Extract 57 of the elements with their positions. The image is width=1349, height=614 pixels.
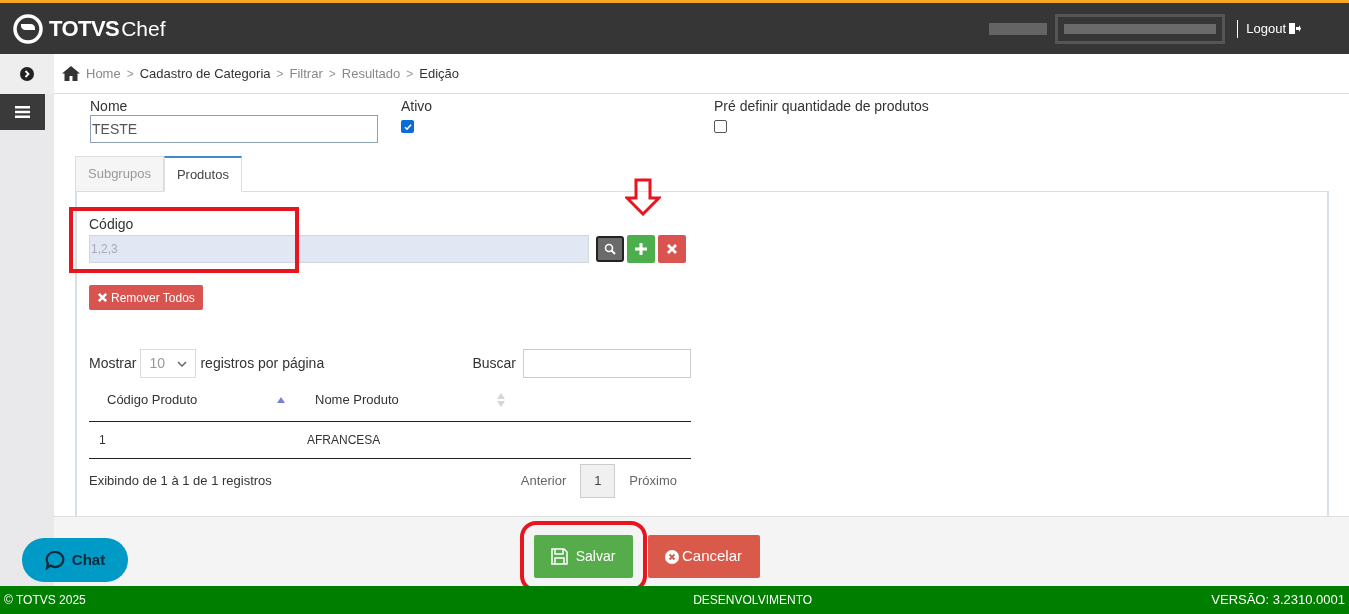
logo-brand: TOTVS: [49, 15, 120, 43]
page-button[interactable]: 1: [580, 464, 616, 498]
cancel-button[interactable]: Cancelar: [647, 535, 760, 578]
close-icon: [666, 243, 678, 255]
column-header[interactable]: Nome Produto: [297, 378, 505, 421]
breadcrumb-separator: >: [406, 65, 414, 83]
plus-icon: [635, 243, 647, 255]
copyright-text: © TOTVS 2025: [4, 592, 87, 609]
tab[interactable]: Produtos: [163, 156, 242, 192]
chat-button[interactable]: Chat: [22, 538, 128, 582]
blurred-user-name: [989, 22, 1048, 35]
field-label: Nome: [90, 98, 129, 115]
search-button[interactable]: [596, 236, 624, 262]
name-field[interactable]: TESTE: [90, 115, 378, 143]
breadcrumb-link[interactable]: Resultado: [341, 63, 401, 84]
breadcrumb-separator: >: [276, 65, 284, 83]
table-cell-text: AFRANCESA: [306, 432, 382, 449]
expand-chevron-icon[interactable]: [20, 67, 34, 81]
per-page-label: registros por página: [200, 354, 325, 373]
code-field[interactable]: 1,2,3: [89, 235, 589, 263]
close-icon: [97, 292, 108, 303]
field-label: Pré definir quantidade de produtos: [714, 98, 929, 115]
table-search-field[interactable]: [523, 349, 691, 378]
clear-button[interactable]: [658, 235, 686, 263]
table-info: Exibindo de 1 à 1 de 1 registros: [89, 472, 272, 491]
speech-bubble-icon: [44, 550, 65, 570]
close-circle-icon: [665, 549, 679, 564]
breadcrumb-separator: >: [328, 65, 336, 83]
breadcrumb-link[interactable]: Cadastro de Categoria: [139, 63, 271, 84]
breadcrumb-separator: >: [126, 65, 134, 83]
show-label: Mostrar: [89, 354, 137, 373]
environment-text: DESENVOLVIMENTO: [692, 592, 814, 609]
breadcrumb-link[interactable]: Edição: [419, 63, 460, 84]
breadcrumb-link[interactable]: Home: [86, 63, 121, 84]
field-label: Ativo: [401, 98, 434, 115]
home-icon[interactable]: [62, 66, 80, 81]
column-header[interactable]: Código Produto: [89, 378, 297, 421]
search-icon: [604, 243, 616, 255]
search-label: Buscar: [472, 354, 516, 373]
breadcrumb-link[interactable]: Filtrar: [289, 63, 323, 84]
previous-page-link[interactable]: Anterior: [520, 471, 567, 491]
exit-door-icon: [1288, 22, 1301, 35]
chevron-down-icon: [177, 360, 188, 367]
logo-icon: [13, 13, 43, 44]
version-text: VERSÃO: 3.2310.0001: [1211, 591, 1345, 610]
table-cell-text: 1: [98, 432, 107, 449]
logout-link[interactable]: Logout: [1246, 18, 1301, 39]
next-page-link[interactable]: Próximo: [629, 471, 677, 491]
down-arrow-icon: [625, 178, 661, 216]
field-label: Código: [89, 216, 135, 233]
logo-product: Chef: [121, 15, 166, 42]
menu-icon: [15, 106, 30, 118]
remove-all-button[interactable]: Remover Todos: [89, 285, 203, 310]
checkbox[interactable]: [401, 120, 414, 133]
page-size-select[interactable]: 10: [140, 349, 197, 378]
menu-button[interactable]: [0, 94, 45, 130]
checkbox[interactable]: [714, 120, 727, 133]
